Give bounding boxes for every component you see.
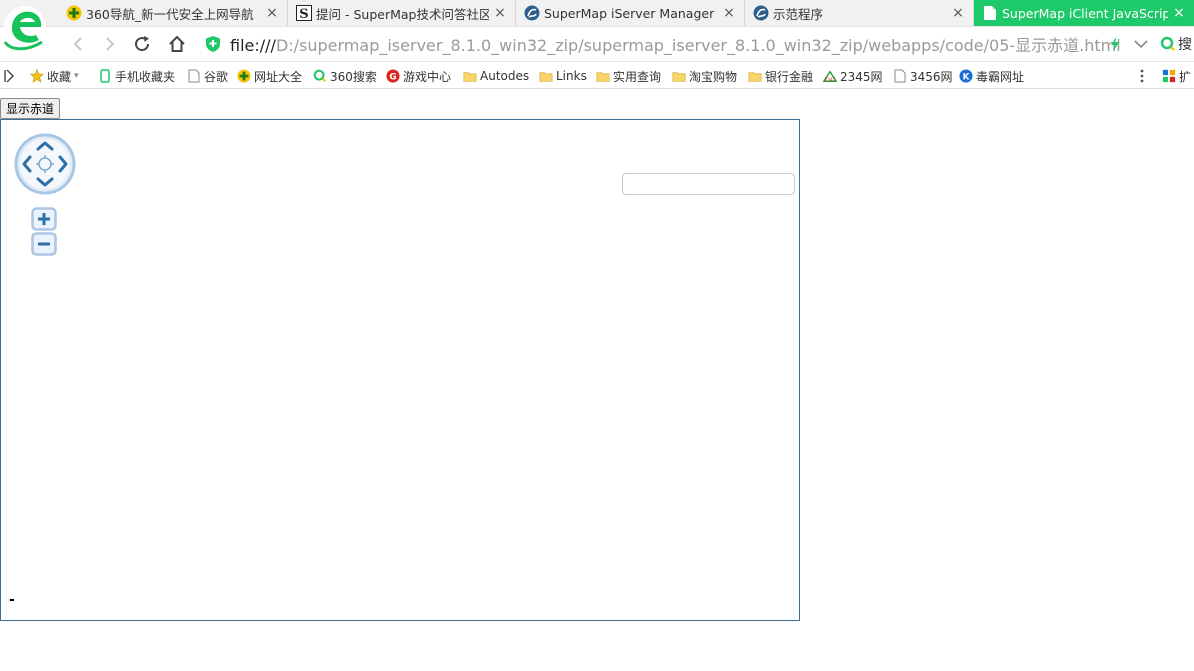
supermap-s-icon: S [296,5,312,21]
tab-close-icon[interactable]: × [722,6,736,20]
folder-icon [672,69,686,83]
address-url: file:///D:/supermap_iserver_8.1.0_win32_… [230,32,1121,56]
home-button[interactable] [166,33,188,55]
bookmark-label: 毒霸网址 [976,69,1025,84]
extensions-button[interactable]: 扩 [1162,67,1191,85]
bookmark-label: 实用查询 [613,69,662,84]
folder-icon [463,69,477,83]
forward-button[interactable] [99,33,121,55]
bookmark-folder-links[interactable]: Links [539,67,587,85]
bookmark-label: 游戏中心 [403,69,452,84]
svg-text:S: S [299,7,308,21]
supermap-logo-icon [753,5,769,21]
bookmark-folder-banking[interactable]: 银行金融 [748,67,813,85]
bookmark-label: 网址大全 [254,69,303,84]
bookmark-label: 谷歌 [204,69,229,84]
bookmark-folder-practical-query[interactable]: 实用查询 [596,67,661,85]
tab-close-icon[interactable]: × [493,6,507,20]
duba-icon: K [959,69,973,83]
tab-demo-programs[interactable]: 示范程序 × [745,0,974,26]
reload-button[interactable] [131,33,153,55]
tab-close-icon[interactable]: × [265,6,279,20]
url-scheme: file:/// [230,36,276,55]
bookmark-label: 手机收藏夹 [115,69,176,84]
tab-360-nav[interactable]: 360导航_新一代安全上网导航 × [58,0,288,26]
zoom-out-button[interactable] [31,232,57,256]
sidebar-toggle-icon[interactable] [4,67,14,85]
zoom-in-button[interactable] [31,207,57,231]
bookmark-site-directory[interactable]: 网址大全 [237,67,302,85]
browser-logo-icon[interactable] [2,2,52,52]
supermap-logo-icon [524,5,540,21]
tab-title: SuperMap iServer Manager [544,5,715,21]
minus-icon [31,232,57,256]
bookmark-label: 360搜索 [330,69,377,84]
search-box[interactable]: 搜 [1160,33,1194,55]
bookmark-label: 银行金融 [765,69,814,84]
bookmarks-bar: 收藏 ▾ 手机收藏夹 谷歌 网址大全 360搜索 G 游戏中心 Autodes … [0,62,1194,89]
address-bar[interactable]: file:///D:/supermap_iserver_8.1.0_win32_… [230,32,1121,56]
star-icon [30,68,44,83]
url-path: D:/supermap_iserver_8.1.0_win32_zip/supe… [275,36,1121,55]
chevron-down-icon: ▾ [74,71,79,81]
phone-icon [98,69,112,83]
more-options-icon[interactable] [1139,67,1145,85]
bookmark-label: Links [556,69,587,83]
tab-supermap-qa[interactable]: S 提问 - SuperMap技术问答社区 × [288,0,516,26]
bookmark-label: 2345网 [840,69,883,84]
bookmark-label: Autodes [480,69,530,83]
bookmark-label: 淘宝购物 [689,69,738,84]
extensions-label: 扩 [1179,69,1192,84]
map-container[interactable]: - [0,119,800,621]
page-icon [187,69,201,83]
360-nav-icon [66,5,82,21]
folder-icon [596,69,610,83]
bookmark-3456[interactable]: 3456网 [893,67,953,85]
back-button[interactable] [67,33,89,55]
bookmark-google[interactable]: 谷歌 [187,67,228,85]
page-icon [893,69,907,83]
tab-iclient-javascript[interactable]: SuperMap iClient JavaScript × [974,0,1194,26]
360-search-icon [1160,36,1175,51]
bookmark-label: 3456网 [910,69,953,84]
chevron-down-icon[interactable] [1130,33,1152,55]
plus-icon [31,207,57,231]
lightning-icon[interactable] [1104,33,1126,55]
svg-text:2345: 2345 [824,77,835,83]
360-nav-icon [237,69,251,83]
bookmark-folder-autodes[interactable]: Autodes [463,67,529,85]
search-fragment: 搜 [1178,37,1192,53]
2345-icon: 2345 [823,69,837,83]
tab-title: 示范程序 [773,6,824,22]
bookmark-mobile[interactable]: 手机收藏夹 [98,67,175,85]
tab-close-icon[interactable]: × [1172,6,1186,20]
scale-indicator: - [9,592,15,608]
bookmark-folder-taobao[interactable]: 淘宝购物 [672,67,737,85]
folder-icon [539,69,553,83]
pan-control[interactable] [14,133,76,195]
360-search-icon [313,69,327,83]
bookmark-360-search[interactable]: 360搜索 [313,67,377,85]
extensions-icon [1162,69,1176,83]
bookmark-duba[interactable]: K 毒霸网址 [959,67,1024,85]
bookmark-label: 收藏 [47,69,72,84]
tab-title: 提问 - SuperMap技术问答社区 [316,6,489,22]
bookmark-game-center[interactable]: G 游戏中心 [386,67,451,85]
bookmark-2345[interactable]: 2345 2345网 [823,67,883,85]
navigation-bar: file:///D:/supermap_iserver_8.1.0_win32_… [0,27,1194,62]
tab-strip: 360导航_新一代安全上网导航 × S 提问 - SuperMap技术问答社区 … [0,0,1194,51]
tab-iserver-manager[interactable]: SuperMap iServer Manager × [516,0,745,26]
svg-text:G: G [389,73,396,83]
show-equator-button[interactable]: 显示赤道 [0,98,61,119]
page-icon [982,5,998,21]
map-text-input[interactable] [622,173,795,195]
game-icon: G [386,69,400,83]
tab-title: SuperMap iClient JavaScript [1002,5,1168,21]
tab-close-icon[interactable]: × [951,6,965,20]
folder-icon [748,69,762,83]
tab-title: 360导航_新一代安全上网导航 [86,6,254,22]
security-shield-icon[interactable] [203,33,223,55]
bookmark-favorites[interactable]: 收藏 ▾ [30,67,79,85]
